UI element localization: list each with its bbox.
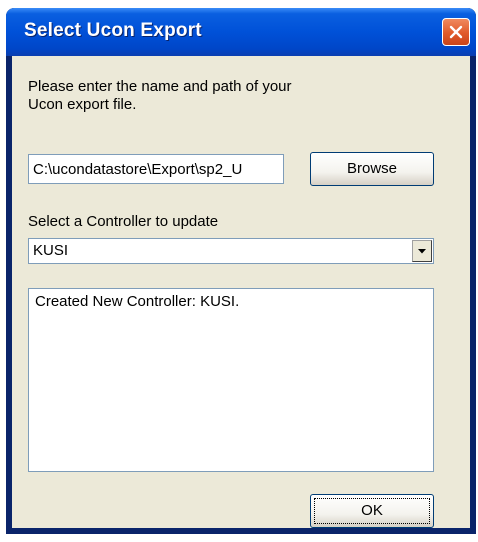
status-log-text: Created New Controller: KUSI. xyxy=(35,293,240,310)
dialog-window: Select Ucon Export Please enter the name… xyxy=(6,8,476,534)
close-button[interactable] xyxy=(442,18,470,46)
ok-button[interactable]: OK xyxy=(310,494,434,528)
prompt-text-line1: Please enter the name and path of your xyxy=(28,78,292,95)
controller-select[interactable]: KUSI xyxy=(28,238,434,264)
browse-button[interactable]: Browse xyxy=(310,152,434,186)
prompt-text-line2: Ucon export file. xyxy=(28,96,137,113)
window-title: Select Ucon Export xyxy=(24,20,202,41)
chevron-down-icon xyxy=(418,249,426,254)
controller-label: Select a Controller to update xyxy=(28,213,219,230)
title-bar[interactable]: Select Ucon Export xyxy=(6,8,476,56)
status-log[interactable]: Created New Controller: KUSI. xyxy=(28,288,434,472)
focus-rect xyxy=(314,498,430,524)
export-path-input[interactable] xyxy=(28,154,284,184)
controller-selected-value: KUSI xyxy=(33,242,69,259)
controller-dropdown-button[interactable] xyxy=(412,240,432,262)
close-icon xyxy=(449,25,463,39)
dialog-body: Please enter the name and path of your U… xyxy=(12,56,470,528)
